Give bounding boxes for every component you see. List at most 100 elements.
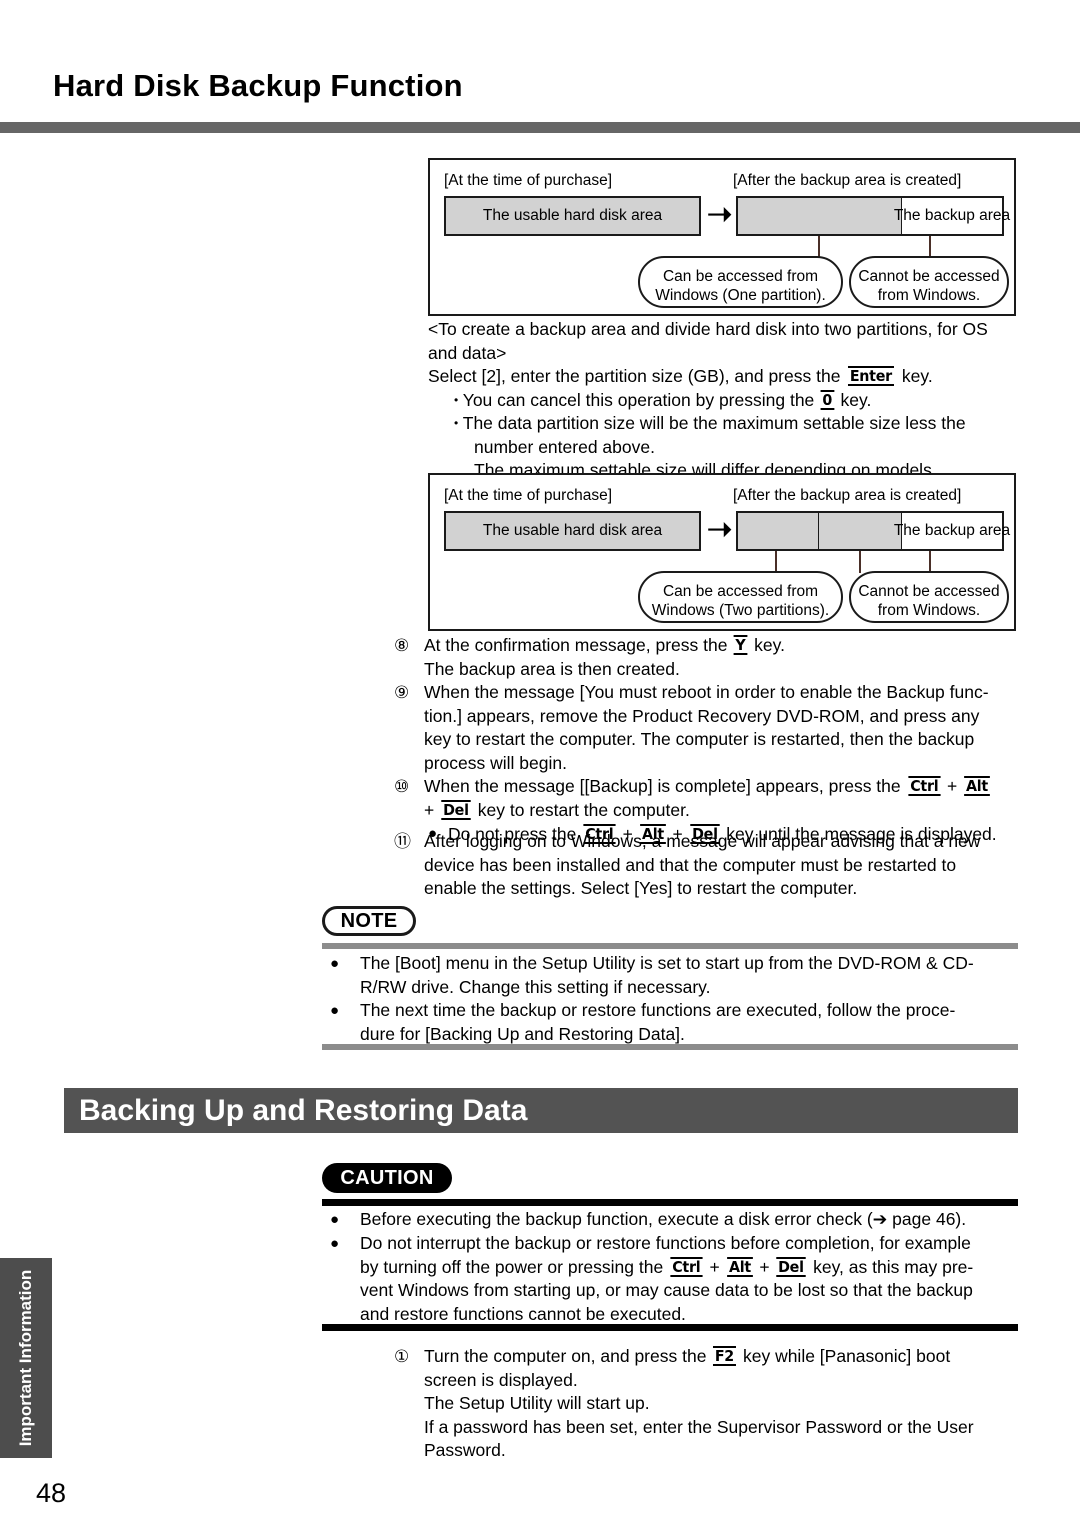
diagram-two-partitions: [At the time of purchase] [After the bac…: [428, 473, 1016, 631]
caution-line-2-suffix: key, as this may pre-: [813, 1256, 974, 1277]
os-partition-bar: [736, 511, 819, 551]
diagram-caption-after: [After the backup area is created]: [733, 487, 962, 504]
section-heading-label: Backing Up and Restoring Data: [79, 1094, 528, 1127]
step-8-line-1-prefix: At the confirmation message, press the: [424, 635, 728, 655]
caution-item-2-line-3: vent Windows from starting up, or may ca…: [360, 1280, 973, 1300]
callout-line-1: Cannot be accessed: [858, 268, 1000, 285]
leader-line-partition-2: [859, 551, 861, 573]
step-11: ⑪ After logging on to Windows, a message…: [394, 830, 1034, 901]
step-number: ⑩: [394, 777, 410, 796]
caution-item-1-text: Before executing the backup function, ex…: [360, 1209, 967, 1229]
final-step-line-3: The Setup Utility will start up.: [424, 1393, 650, 1413]
step-9-line-4: process will begin.: [424, 752, 567, 773]
leader-line-backup: [929, 551, 931, 573]
y-key-glyph: Y: [733, 635, 748, 655]
bullet-icon: •: [454, 416, 459, 430]
f2-key-glyph: F2: [713, 1346, 737, 1366]
final-step-1: ① Turn the computer on, and press the F2…: [394, 1345, 1034, 1463]
section-heading-bar: Backing Up and Restoring Data: [64, 1088, 1018, 1133]
caution-item-1: ● Before executing the backup function, …: [330, 1208, 1030, 1232]
leader-line-right: [929, 236, 931, 258]
note-badge: NOTE: [322, 906, 416, 936]
caution-bottom-rule: [322, 1324, 1018, 1331]
del-key-glyph: Del: [441, 799, 471, 820]
alt-key-glyph: Alt: [726, 1256, 753, 1277]
step-11-line-3: enable the settings. Select [Yes] to res…: [424, 878, 858, 898]
step-body: After logging on to Windows, a message w…: [424, 830, 1034, 901]
final-step-line-1: Turn the computer on, and press the F2 k…: [424, 1345, 1034, 1369]
intro-line-1: <To create a backup area and divide hard…: [428, 319, 988, 339]
final-step-line-4: If a password has been set, enter the Su…: [424, 1416, 974, 1437]
note-item-1-line-2: R/RW drive. Change this setting if neces…: [360, 976, 711, 997]
alt-key-glyph: Alt: [964, 776, 990, 796]
side-tab-label: Important Information: [16, 1269, 35, 1447]
step-11-line-2: device has been installed and that the c…: [424, 854, 957, 875]
step-8-line-2: The backup area is then created.: [424, 658, 680, 679]
select-line: Select [2], enter the partition size (GB…: [428, 365, 1028, 389]
side-tab-important-information: Important Information: [0, 1258, 52, 1458]
bullet-icon: •: [454, 392, 459, 407]
step-8-line-1-suffix: key.: [754, 635, 785, 655]
bullet-partition-size-l1: • The data partition size will be the ma…: [454, 412, 1028, 436]
ctrl-key-glyph: Ctrl: [907, 776, 940, 796]
step-number: ⑪: [394, 832, 411, 851]
plus-sign: +: [759, 1256, 770, 1277]
final-step-line-2: screen is displayed.: [424, 1369, 578, 1390]
page-number: 48: [36, 1478, 67, 1508]
zero-key-glyph: 0: [820, 389, 835, 410]
step-9: ⑨ When the message [You must reboot in o…: [394, 681, 1034, 775]
callout-accessible: Can be accessed from Windows (One partit…: [638, 256, 843, 308]
step-body: At the confirmation message, press the Y…: [424, 634, 1024, 681]
enter-key-glyph: Enter: [848, 366, 895, 386]
note-top-rule: [322, 943, 1018, 949]
callout-line-1: Can be accessed from: [662, 268, 819, 285]
step-11-line-1: After logging on to Windows, a message w…: [424, 831, 981, 851]
note-item-2: ● The next time the backup or restore fu…: [330, 999, 1030, 1046]
arrow-right-icon: ➝: [707, 513, 733, 546]
bullet-icon: ●: [330, 955, 340, 972]
plus-sign: +: [946, 776, 958, 796]
final-step-line-1-prefix: Turn the computer on, and press the: [424, 1346, 707, 1366]
diagram-caption-before: [At the time of purchase]: [444, 487, 613, 504]
step-9-line-2: tion.] appears, remove the Product Recov…: [424, 705, 980, 726]
caution-line-2-prefix: by turning off the power or pressing the: [360, 1256, 664, 1277]
step-9-line-3: key to restart the computer. The compute…: [424, 729, 975, 749]
bullet-cancel: • You can cancel this operation by press…: [454, 389, 1028, 413]
bullet-icon: ●: [330, 1235, 340, 1252]
note-item-2-line-1: The next time the backup or restore func…: [360, 1000, 956, 1020]
note-item-1-line-1: The [Boot] menu in the Setup Utility is …: [360, 953, 974, 973]
callout-line-1: Can be accessed from: [662, 583, 819, 600]
callout-accessible: Can be accessed from Windows (Two partit…: [638, 571, 843, 623]
step-number: ⑧: [394, 636, 410, 655]
bullet-icon: ●: [330, 1002, 340, 1019]
diagram-caption-before: [At the time of purchase]: [444, 172, 613, 189]
os-partition-bar: [736, 196, 902, 236]
callout-line-1: Cannot be accessed: [858, 583, 1000, 600]
callout-line-2: Windows (One partition).: [655, 287, 826, 304]
step-10-line-2-suffix: key to restart the computer.: [477, 799, 690, 820]
diagram-caption-after: [After the backup area is created]: [733, 172, 962, 189]
data-partition-bar: [818, 511, 902, 551]
callout-line-2: Windows (Two partitions).: [651, 602, 830, 619]
ctrl-key-glyph: Ctrl: [670, 1256, 703, 1277]
step-body: When the message [You must reboot in ord…: [424, 681, 1034, 775]
bullet-cancel-suffix: key.: [840, 389, 872, 410]
page-title: Hard Disk Backup Function: [53, 68, 463, 103]
backup-area-bar: The backup area: [894, 196, 1010, 236]
callout-line-2: from Windows.: [877, 602, 981, 619]
caution-top-rule: [322, 1199, 1018, 1206]
step-8-line-1: At the confirmation message, press the Y…: [424, 634, 1024, 658]
step-8: ⑧ At the confirmation message, press the…: [394, 634, 1024, 681]
diagram-one-partition: [At the time of purchase] [After the bac…: [428, 158, 1016, 316]
select-line-prefix: Select [2], enter the partition size (GB…: [428, 366, 841, 386]
callout-line-2: from Windows.: [877, 287, 981, 304]
note-bottom-rule: [322, 1044, 1018, 1050]
bullet-partition-size-text: The data partition size will be the maxi…: [462, 413, 966, 433]
del-key-glyph: Del: [776, 1256, 806, 1277]
leader-line-left: [818, 236, 820, 258]
bullet-icon: ●: [330, 1211, 340, 1228]
plus-sign: +: [709, 1256, 720, 1277]
select-line-suffix: key.: [901, 366, 933, 386]
final-step-line-5: Password.: [424, 1440, 506, 1460]
backup-area-bar: The backup area: [894, 511, 1010, 551]
